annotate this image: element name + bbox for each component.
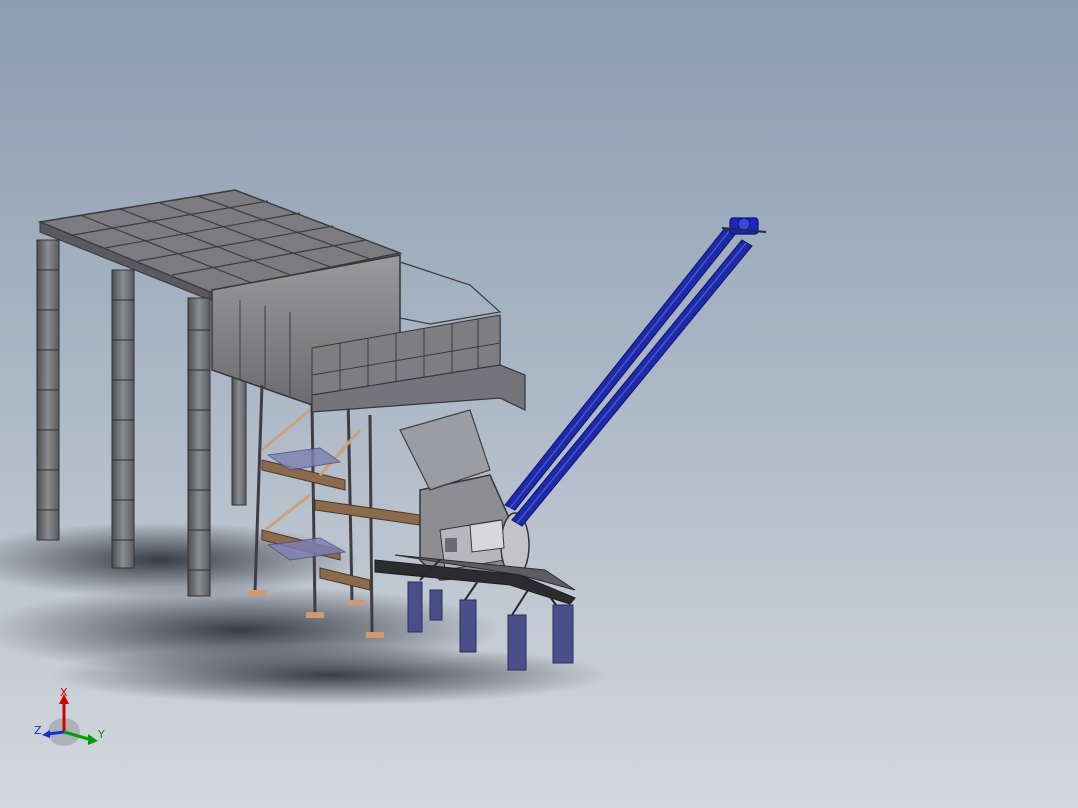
z-axis-label: Z — [34, 724, 42, 737]
z-axis-arrow — [47, 730, 65, 736]
z-axis-head — [42, 730, 50, 738]
x-axis-label: X — [60, 688, 68, 699]
crusher-unit[interactable] — [399, 409, 530, 581]
model-scene[interactable] — [0, 0, 1078, 808]
y-axis-label: Y — [97, 728, 105, 741]
y-axis-head — [88, 734, 98, 745]
orientation-triad: X Y Z — [34, 688, 105, 746]
inclined-conveyor[interactable] — [504, 227, 753, 527]
3d-viewport[interactable]: X Y Z — [0, 0, 1078, 808]
